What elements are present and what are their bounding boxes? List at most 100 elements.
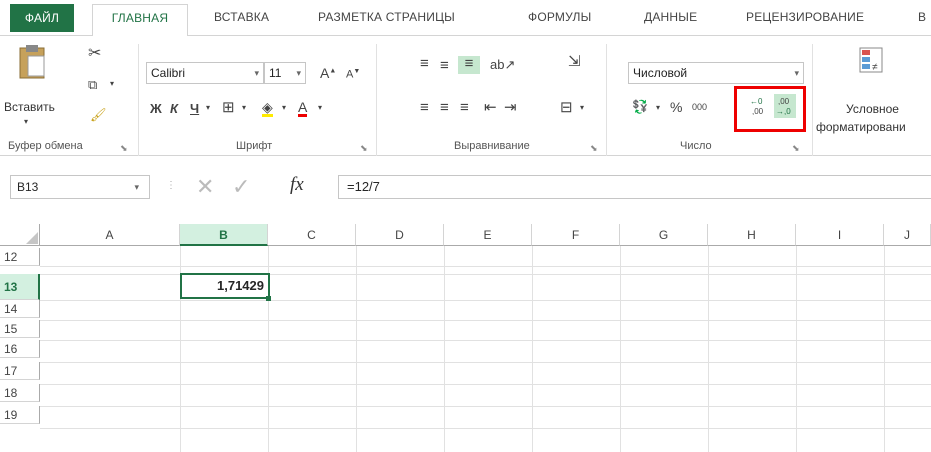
- column-header-d[interactable]: D: [356, 224, 444, 246]
- bold-button[interactable]: Ж: [150, 102, 162, 115]
- dialog-launcher-icon[interactable]: ⬊: [120, 143, 128, 154]
- conditional-formatting-label: Условное: [846, 102, 899, 116]
- paste-label: Вставить: [4, 100, 55, 114]
- italic-button[interactable]: К: [170, 102, 178, 115]
- row-header-16[interactable]: 16: [0, 340, 40, 358]
- worksheet-grid: A B C D E F G H I J 12 13 14 15 16 17 18…: [0, 224, 931, 452]
- align-right-icon[interactable]: ≡: [460, 100, 469, 115]
- row-header-13[interactable]: 13: [0, 274, 40, 300]
- dialog-launcher-icon[interactable]: ⬊: [590, 143, 598, 154]
- insert-function-button[interactable]: fx: [290, 175, 304, 194]
- align-top-icon[interactable]: ≡: [420, 56, 429, 71]
- gridline: [40, 340, 931, 341]
- column-header-h[interactable]: H: [708, 224, 796, 246]
- column-header-b[interactable]: B: [180, 224, 268, 246]
- tab-review[interactable]: РЕЦЕНЗИРОВАНИЕ: [746, 10, 864, 24]
- font-size-value: 11: [269, 66, 282, 80]
- dialog-launcher-icon[interactable]: ⬊: [360, 143, 368, 154]
- font-size-combo[interactable]: 11 ▾: [264, 62, 306, 84]
- chevron-down-icon: ▾: [296, 68, 301, 78]
- tab-file[interactable]: ФАЙЛ: [10, 4, 74, 32]
- tab-formulas[interactable]: ФОРМУЛЫ: [528, 10, 591, 24]
- chevron-down-icon[interactable]: ▾: [282, 104, 286, 112]
- align-center-icon[interactable]: ≡: [440, 100, 449, 115]
- chevron-down-icon[interactable]: ▾: [110, 80, 114, 88]
- align-bottom-icon[interactable]: ≡: [458, 56, 480, 74]
- gridline: [532, 246, 533, 452]
- formula-input[interactable]: =12/7: [338, 175, 931, 199]
- tab-view[interactable]: В: [918, 10, 926, 24]
- chevron-down-icon[interactable]: ▾: [580, 104, 584, 112]
- increase-indent-icon[interactable]: ⇥: [504, 100, 517, 115]
- format-painter-icon[interactable]: 🖌: [90, 108, 107, 121]
- gridline: [40, 406, 931, 407]
- row-header-19[interactable]: 19: [0, 406, 40, 424]
- font-name-value: Calibri: [151, 66, 186, 80]
- chevron-down-icon: ▾: [794, 68, 799, 78]
- column-header-c[interactable]: C: [268, 224, 356, 246]
- decrease-indent-icon[interactable]: ⇤: [484, 100, 497, 115]
- tab-data[interactable]: ДАННЫЕ: [644, 10, 697, 24]
- font-name-combo[interactable]: Calibri ▾: [146, 62, 264, 84]
- clipboard-group-label: Буфер обмена: [8, 140, 83, 152]
- font-color-icon[interactable]: A: [298, 100, 308, 117]
- number-group-label: Число: [680, 140, 712, 152]
- gridline: [40, 266, 931, 267]
- row-header-17[interactable]: 17: [0, 362, 40, 380]
- highlight-box: [734, 86, 806, 132]
- name-box[interactable]: B13 ▾: [10, 175, 150, 199]
- paste-icon: [19, 45, 45, 79]
- ribbon-tabs: ФАЙЛ ГЛАВНАЯ ВСТАВКА РАЗМЕТКА СТРАНИЦЫ Ф…: [0, 0, 931, 37]
- conditional-formatting-icon: ≠: [859, 47, 883, 73]
- tab-page-layout[interactable]: РАЗМЕТКА СТРАНИЦЫ: [318, 10, 455, 24]
- gridline: [796, 246, 797, 452]
- chevron-down-icon[interactable]: ▾: [242, 104, 246, 112]
- align-left-icon[interactable]: ≡: [420, 100, 429, 115]
- dialog-launcher-icon[interactable]: ⬊: [792, 143, 800, 154]
- gridline: [884, 246, 885, 452]
- accounting-format-icon[interactable]: 💱: [632, 100, 648, 113]
- decrease-font-icon[interactable]: A▼: [346, 68, 360, 81]
- column-header-i[interactable]: I: [796, 224, 884, 246]
- wrap-text-icon[interactable]: ⇲: [568, 54, 581, 69]
- row-header-12[interactable]: 12: [0, 248, 40, 266]
- column-header-a[interactable]: A: [40, 224, 180, 246]
- fill-handle[interactable]: [266, 296, 271, 301]
- more-icon: ⋮: [166, 180, 176, 191]
- chevron-down-icon[interactable]: ▾: [206, 104, 210, 112]
- gridline: [40, 428, 931, 429]
- row-header-14[interactable]: 14: [0, 300, 40, 318]
- row-header-15[interactable]: 15: [0, 320, 40, 338]
- conditional-formatting-button[interactable]: ≠ Условное форматировани: [812, 42, 931, 138]
- align-middle-icon[interactable]: ≡: [440, 58, 449, 73]
- column-header-j[interactable]: J: [884, 224, 931, 246]
- row-header-18[interactable]: 18: [0, 384, 40, 402]
- divider: [606, 44, 607, 156]
- select-all-icon: [26, 232, 38, 244]
- enter-icon[interactable]: ✓: [232, 176, 250, 198]
- tab-insert[interactable]: ВСТАВКА: [214, 10, 269, 24]
- column-header-e[interactable]: E: [444, 224, 532, 246]
- fill-color-icon[interactable]: ◈: [262, 100, 273, 117]
- name-box-value: B13: [17, 180, 39, 194]
- orientation-icon[interactable]: ab↗: [490, 58, 515, 71]
- gridline: [40, 362, 931, 363]
- comma-style-button[interactable]: 000: [692, 103, 707, 112]
- cut-icon[interactable]: ✂: [88, 46, 101, 62]
- select-all-corner[interactable]: [0, 224, 40, 246]
- chevron-down-icon[interactable]: ▾: [656, 104, 660, 112]
- number-format-combo[interactable]: Числовой ▾: [628, 62, 804, 84]
- column-header-g[interactable]: G: [620, 224, 708, 246]
- tab-home[interactable]: ГЛАВНАЯ: [92, 4, 188, 37]
- increase-font-icon[interactable]: A▲: [320, 66, 336, 80]
- paste-button[interactable]: Вставить ▾: [4, 42, 56, 128]
- percent-button[interactable]: %: [670, 100, 682, 114]
- cancel-icon[interactable]: ✕: [196, 176, 214, 198]
- gridline: [40, 384, 931, 385]
- chevron-down-icon[interactable]: ▾: [318, 104, 322, 112]
- underline-button[interactable]: Ч: [190, 102, 199, 115]
- copy-icon[interactable]: ⧉: [88, 78, 97, 91]
- column-header-f[interactable]: F: [532, 224, 620, 246]
- borders-icon[interactable]: ⊞: [222, 100, 235, 115]
- merge-center-icon[interactable]: ⊟: [560, 100, 573, 115]
